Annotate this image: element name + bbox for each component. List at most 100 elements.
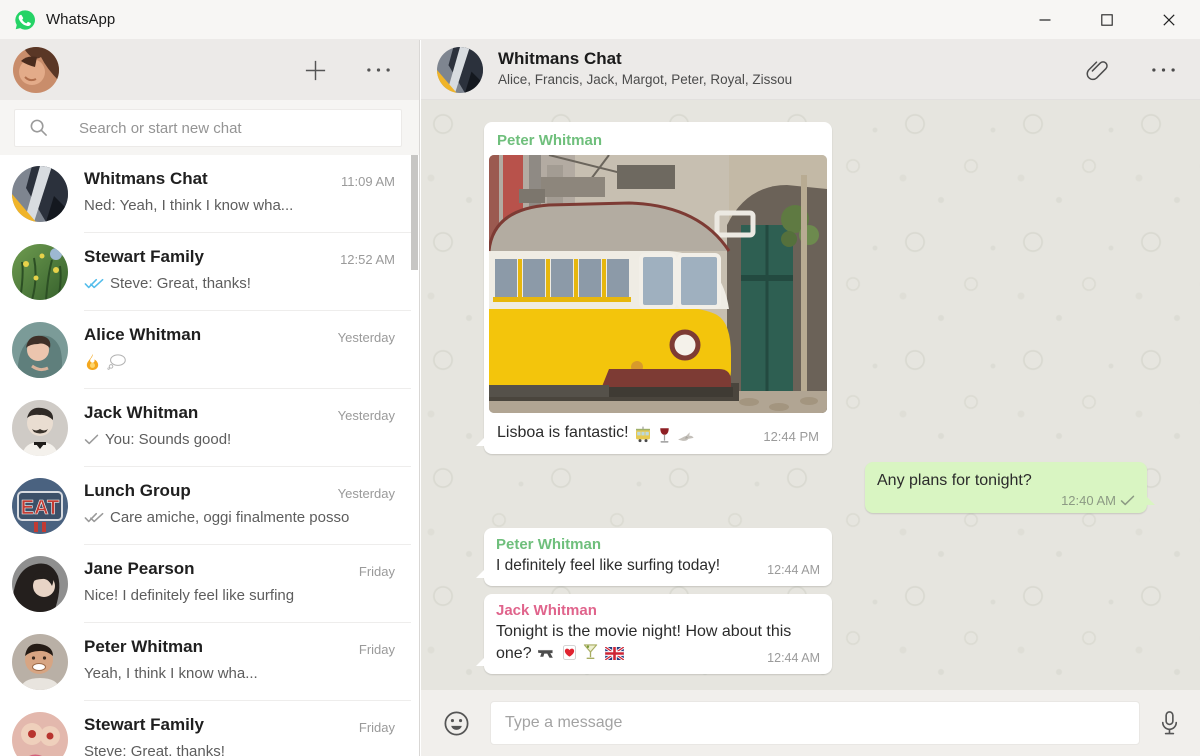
chat-list-item-lunch-group[interactable]: EAT Lunch Group Yesterday Care amiche, o… bbox=[0, 467, 419, 545]
bubble-tail bbox=[476, 437, 485, 446]
cocktail-icon bbox=[582, 643, 599, 660]
chat-list-item-alice-whitman[interactable]: Alice Whitman Yesterday bbox=[0, 311, 419, 389]
revolver-icon bbox=[537, 647, 556, 660]
minimize-button[interactable] bbox=[1014, 0, 1076, 40]
search-input[interactable] bbox=[14, 109, 402, 147]
avatar-sign-text: EAT bbox=[21, 497, 60, 519]
microphone-icon bbox=[1157, 709, 1182, 738]
timestamp: 11:09 AM bbox=[341, 174, 395, 189]
tram-icon bbox=[634, 426, 652, 444]
sidebar-scrollbar[interactable] bbox=[411, 155, 418, 270]
avatar-alice bbox=[12, 322, 68, 378]
conversation-info[interactable]: Whitmans Chat Alice, Francis, Jack, Marg… bbox=[498, 49, 792, 87]
paperclip-icon bbox=[1085, 58, 1109, 82]
photo-caption: Lisboa is fantastic! bbox=[497, 424, 629, 441]
message-meta: 12:40 AM bbox=[877, 493, 1135, 508]
profile-avatar[interactable] bbox=[13, 47, 59, 93]
bubble-tail bbox=[476, 569, 485, 578]
message-text: I definitely feel like surfing today! bbox=[496, 557, 721, 574]
message-preview bbox=[84, 353, 395, 370]
incoming-message-peter: Peter Whitman I definitely feel like sur… bbox=[476, 528, 832, 586]
message-input[interactable] bbox=[490, 701, 1140, 745]
message-time: 12:44 AM bbox=[767, 563, 820, 577]
message-preview: You: Sounds good! bbox=[84, 431, 395, 448]
contact-name: Whitmans Chat bbox=[84, 169, 208, 188]
chat-list-item-stewart-family-2[interactable]: Stewart Family Friday Steve: Great, than… bbox=[0, 701, 419, 756]
conversation-title: Whitmans Chat bbox=[498, 49, 622, 68]
uk-flag-icon bbox=[605, 647, 624, 660]
timestamp: Yesterday bbox=[337, 408, 395, 423]
chat-list: Whitmans Chat 11:09 AM Ned: Yeah, I thin… bbox=[0, 155, 419, 756]
chat-list-item-jack-whitman[interactable]: Jack Whitman Yesterday You: Sounds good! bbox=[0, 389, 419, 467]
contact-name: Stewart Family bbox=[84, 247, 204, 266]
incoming-message-jack: Jack Whitman Tonight is the movie night!… bbox=[476, 594, 832, 674]
chat-list-item-whitmans-chat[interactable]: Whitmans Chat 11:09 AM Ned: Yeah, I thin… bbox=[0, 155, 419, 233]
message-time: 12:40 AM bbox=[1061, 493, 1116, 508]
thought-balloon-icon bbox=[107, 354, 126, 370]
smiley-icon bbox=[442, 709, 471, 738]
heart-card-icon bbox=[563, 645, 576, 660]
ellipsis-icon bbox=[366, 67, 391, 73]
sidebar-header bbox=[0, 40, 419, 100]
sender-name: Peter Whitman bbox=[496, 536, 602, 553]
attach-button[interactable] bbox=[1075, 40, 1119, 100]
message-time: 12:44 AM bbox=[767, 651, 820, 665]
sent-check-icon bbox=[84, 434, 99, 445]
photo-caption-row: Lisboa is fantastic! 12:44 PM bbox=[489, 413, 827, 454]
message-time: 12:44 PM bbox=[763, 429, 819, 444]
conversation-menu-button[interactable] bbox=[1141, 40, 1185, 100]
timestamp: Friday bbox=[358, 642, 395, 657]
message-row: I definitely feel like surfing today! 12… bbox=[496, 555, 820, 577]
maximize-button[interactable] bbox=[1076, 0, 1138, 40]
avatar-eat-sign: EAT bbox=[12, 478, 68, 534]
voice-message-button[interactable] bbox=[1147, 690, 1191, 756]
ellipsis-icon bbox=[1151, 67, 1176, 73]
chat-list-item-stewart-family[interactable]: Stewart Family 12:52 AM Steve: Great, th… bbox=[0, 233, 419, 311]
timestamp: Friday bbox=[358, 720, 395, 735]
minimize-icon bbox=[1039, 14, 1051, 26]
message-preview: Care amiche, oggi finalmente posso bbox=[84, 509, 395, 526]
close-icon bbox=[1163, 14, 1175, 26]
photo-message-image[interactable] bbox=[489, 155, 827, 413]
chat-list-item-peter-whitman[interactable]: Peter Whitman Friday Yeah, I think I kno… bbox=[0, 623, 419, 701]
chat-list-item-jane-pearson[interactable]: Jane Pearson Friday Nice! I definitely f… bbox=[0, 545, 419, 623]
message-preview: Steve: Great, thanks! bbox=[84, 743, 225, 756]
contact-name: Jane Pearson bbox=[84, 559, 195, 578]
conversation-members: Alice, Francis, Jack, Margot, Peter, Roy… bbox=[498, 72, 793, 87]
fire-icon bbox=[84, 353, 101, 370]
outgoing-message: Any plans for tonight? 12:40 AM bbox=[865, 462, 1155, 513]
sender-name: Jack Whitman bbox=[496, 602, 597, 619]
conversation-header: Whitmans Chat Alice, Francis, Jack, Marg… bbox=[421, 40, 1200, 100]
contact-name: Lunch Group bbox=[84, 481, 191, 500]
sidebar-menu-button[interactable] bbox=[356, 40, 400, 100]
close-button[interactable] bbox=[1138, 0, 1200, 40]
contact-name: Jack Whitman bbox=[84, 403, 199, 422]
whatsapp-logo-icon bbox=[14, 9, 36, 31]
sender-name: Peter Whitman bbox=[497, 132, 603, 149]
composer-bar bbox=[421, 690, 1200, 756]
plus-icon bbox=[303, 58, 328, 83]
search-bar bbox=[0, 100, 419, 155]
whatsapp-window: WhatsApp Search or start new chat Whitma… bbox=[0, 0, 1200, 756]
timestamp: Yesterday bbox=[337, 486, 395, 501]
timestamp: 12:52 AM bbox=[340, 252, 395, 267]
new-chat-button[interactable] bbox=[293, 40, 337, 100]
avatar-meadow bbox=[12, 244, 68, 300]
message-preview: Nice! I definitely feel like surfing bbox=[84, 587, 295, 604]
sidebar: Whitmans Chat 11:09 AM Ned: Yeah, I thin… bbox=[0, 40, 420, 756]
contact-name: Peter Whitman bbox=[84, 637, 204, 656]
message-text: Any plans for tonight? bbox=[877, 472, 1032, 489]
incoming-photo-message: Peter Whitman Lisboa is fantastic! 12:44… bbox=[476, 122, 832, 454]
read-double-check-icon bbox=[84, 278, 104, 289]
conversation-avatar-tram[interactable] bbox=[437, 47, 483, 93]
wine-glass-icon bbox=[657, 427, 672, 444]
maximize-icon bbox=[1101, 14, 1113, 26]
emoji-picker-button[interactable] bbox=[434, 690, 478, 756]
window-title: WhatsApp bbox=[46, 11, 116, 28]
delivered-double-check-icon bbox=[84, 512, 104, 523]
contact-name: Alice Whitman bbox=[84, 325, 202, 344]
conversation-pane: Whitmans Chat Alice, Francis, Jack, Marg… bbox=[421, 40, 1200, 756]
bubble-tail bbox=[1146, 496, 1155, 505]
timestamp: Friday bbox=[358, 564, 395, 579]
contact-name: Stewart Family bbox=[84, 715, 204, 734]
